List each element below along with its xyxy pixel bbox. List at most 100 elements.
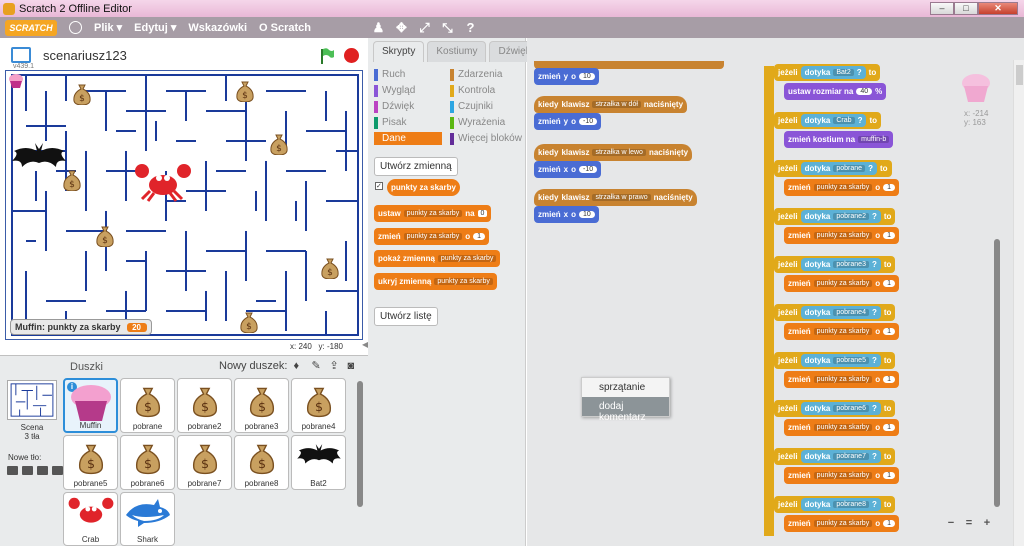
sprite-tile[interactable]: $ pobrane6 bbox=[120, 435, 175, 490]
category-motion[interactable]: Ruch bbox=[374, 68, 405, 81]
show-variable-block[interactable]: pokaż zmienną punkty za skarby bbox=[374, 250, 501, 267]
category-pen[interactable]: Pisak bbox=[374, 116, 406, 129]
shrink-icon[interactable]: ⤡ bbox=[441, 21, 454, 34]
if-block[interactable]: jeżeli dotyka pobrane4? to bbox=[774, 304, 896, 321]
if-block[interactable]: jeżeli dotyka Crab? to bbox=[774, 112, 882, 129]
change-variable-block[interactable]: zmień punkty za skarby o 1 bbox=[784, 323, 899, 340]
bat-sprite[interactable] bbox=[8, 139, 70, 179]
change-variable-block[interactable]: zmień punkty za skarby o 1 bbox=[784, 275, 899, 292]
green-flag-icon[interactable] bbox=[319, 47, 335, 65]
moneybag-sprite[interactable]: $ bbox=[62, 169, 82, 191]
upload-sprite-icon[interactable]: ⇪ bbox=[329, 360, 341, 372]
forever-loop-spine[interactable] bbox=[764, 66, 774, 536]
change-variable-block[interactable]: zmień punkty za skarby o 1 bbox=[784, 227, 899, 244]
scene-thumbnail[interactable] bbox=[7, 380, 57, 420]
change-x-block[interactable]: zmień x o -10 bbox=[534, 161, 602, 178]
sprite-scrollbar[interactable] bbox=[357, 381, 363, 507]
stage[interactable]: $ $ $ $ $ $ $ Muffin: punkty za skarby 2… bbox=[5, 70, 363, 340]
variable-monitor[interactable]: Muffin: punkty za skarby 20 bbox=[10, 319, 152, 335]
close-button[interactable]: ✕ bbox=[978, 2, 1018, 15]
sprite-tile[interactable]: $ pobrane2 bbox=[177, 378, 232, 433]
muffin-sprite[interactable] bbox=[7, 73, 25, 89]
category-more-blocks[interactable]: Więcej bloków bbox=[450, 132, 522, 145]
moneybag-sprite[interactable]: $ bbox=[239, 311, 259, 333]
category-looks[interactable]: Wygląd bbox=[374, 84, 415, 97]
when-key-pressed-block[interactable]: kiedy klawisz strzałka w prawo naciśnięty bbox=[534, 189, 697, 206]
tab-scripts[interactable]: Skrypty bbox=[373, 41, 425, 62]
category-data[interactable]: Dane bbox=[374, 132, 442, 145]
moneybag-sprite[interactable]: $ bbox=[95, 225, 115, 247]
set-variable-block[interactable]: ustaw punkty za skarby na 0 bbox=[374, 205, 492, 222]
menu-tips[interactable]: Wskazówki bbox=[188, 22, 247, 34]
if-block[interactable]: jeżeli dotyka pobrane? to bbox=[774, 160, 892, 177]
change-y-block[interactable]: zmień y o -10 bbox=[534, 113, 602, 130]
if-block[interactable]: jeżeli dotyka pobrane2? to bbox=[774, 208, 896, 225]
category-operators[interactable]: Wyrażenia bbox=[450, 116, 505, 129]
variable-checkbox[interactable]: ✓ bbox=[375, 182, 383, 190]
if-block[interactable]: jeżeli dotyka pobrane7? to bbox=[774, 448, 896, 465]
duplicate-icon[interactable]: ♟ bbox=[372, 21, 385, 34]
change-variable-block[interactable]: zmień punkty za skarby o 1 bbox=[784, 179, 899, 196]
if-block[interactable]: jeżeli dotyka pobrane3? to bbox=[774, 256, 896, 273]
sprite-tile[interactable]: Crab bbox=[63, 492, 118, 546]
switch-costume-block[interactable]: zmień kostium na muffin-b bbox=[784, 131, 894, 148]
zoom-out-icon[interactable]: − bbox=[944, 516, 958, 530]
category-sensing[interactable]: Czujniki bbox=[450, 100, 493, 113]
moneybag-sprite[interactable]: $ bbox=[72, 83, 92, 105]
minimize-button[interactable]: – bbox=[930, 2, 954, 15]
sprite-tile[interactable]: $ pobrane5 bbox=[63, 435, 118, 490]
sprite-tile[interactable]: $ pobrane4 bbox=[291, 378, 346, 433]
fullscreen-icon[interactable] bbox=[11, 47, 31, 63]
globe-icon[interactable] bbox=[69, 21, 82, 34]
if-block[interactable]: jeżeli dotyka pobrane8? to bbox=[774, 496, 896, 513]
category-control[interactable]: Kontrola bbox=[450, 84, 495, 97]
help-icon[interactable]: ? bbox=[464, 21, 477, 34]
when-key-pressed-block[interactable]: kiedy klawisz strzałka w dół naciśnięty bbox=[534, 96, 688, 113]
if-block[interactable]: jeżeli dotyka pobrane6? to bbox=[774, 400, 896, 417]
camera-sprite-icon[interactable]: ◙ bbox=[347, 360, 359, 372]
menu-file[interactable]: Plik ▾ bbox=[94, 21, 122, 34]
variable-reporter[interactable]: punkty za skarby bbox=[387, 179, 460, 196]
project-name[interactable]: scenariusz123 bbox=[43, 48, 127, 63]
scratch-logo[interactable]: SCRATCH bbox=[5, 19, 57, 36]
sprite-tile[interactable]: $ pobrane7 bbox=[177, 435, 232, 490]
tab-costumes[interactable]: Kostiumy bbox=[427, 41, 487, 62]
category-events[interactable]: Zdarzenia bbox=[450, 68, 502, 81]
scripts-scrollbar[interactable] bbox=[994, 239, 1000, 507]
sprite-tile[interactable]: $ pobrane8 bbox=[234, 435, 289, 490]
change-variable-block[interactable]: zmień punkty za skarby o 1 bbox=[784, 371, 899, 388]
library-sprite-icon[interactable]: ♦ bbox=[293, 360, 305, 372]
context-add-comment[interactable]: dodaj komentarz bbox=[582, 397, 669, 423]
change-y-block[interactable]: zmień y o 10 bbox=[534, 68, 599, 85]
sprite-tile[interactable]: $ pobrane bbox=[120, 378, 175, 433]
make-variable-button[interactable]: Utwórz zmienną bbox=[374, 157, 458, 176]
change-variable-block[interactable]: zmień punkty za skarby o 1 bbox=[784, 419, 899, 436]
sprite-tile-muffin[interactable]: i Muffin bbox=[63, 378, 118, 433]
crab-sprite[interactable] bbox=[134, 163, 192, 203]
moneybag-sprite[interactable]: $ bbox=[320, 257, 340, 279]
sprite-tile[interactable]: Shark bbox=[120, 492, 175, 546]
context-cleanup[interactable]: sprzątanie bbox=[582, 378, 669, 397]
moneybag-sprite[interactable]: $ bbox=[235, 80, 255, 102]
cut-icon[interactable]: ✥ bbox=[395, 21, 408, 34]
sprite-tile[interactable]: $ pobrane3 bbox=[234, 378, 289, 433]
backdrop-paint-icon[interactable] bbox=[22, 466, 33, 475]
stop-icon[interactable] bbox=[344, 48, 359, 63]
window-scrollbar[interactable] bbox=[1013, 60, 1024, 546]
change-variable-block[interactable]: zmień punkty za skarby o 1 bbox=[784, 467, 899, 484]
zoom-in-icon[interactable]: + bbox=[980, 516, 994, 530]
moneybag-sprite[interactable]: $ bbox=[269, 133, 289, 155]
backdrop-upload-icon[interactable] bbox=[37, 466, 48, 475]
grow-icon[interactable]: ⤢ bbox=[418, 21, 431, 34]
paint-sprite-icon[interactable]: ✎ bbox=[311, 360, 323, 372]
if-block[interactable]: jeżeli dotyka pobrane5? to bbox=[774, 352, 896, 369]
change-variable-block[interactable]: zmień punkty za skarby o 1 bbox=[784, 515, 899, 532]
category-sound[interactable]: Dźwięk bbox=[374, 100, 414, 113]
make-list-button[interactable]: Utwórz listę bbox=[374, 307, 438, 326]
maximize-button[interactable]: □ bbox=[954, 2, 978, 15]
set-size-block[interactable]: ustaw rozmiar na 40% bbox=[784, 83, 887, 100]
sprite-tile[interactable]: Bat2 bbox=[291, 435, 346, 490]
if-block[interactable]: jeżeli dotyka Bat2? to bbox=[774, 64, 881, 81]
change-variable-block[interactable]: zmień punkty za skarby o 1 bbox=[374, 228, 489, 245]
backdrop-camera-icon[interactable] bbox=[52, 466, 63, 475]
